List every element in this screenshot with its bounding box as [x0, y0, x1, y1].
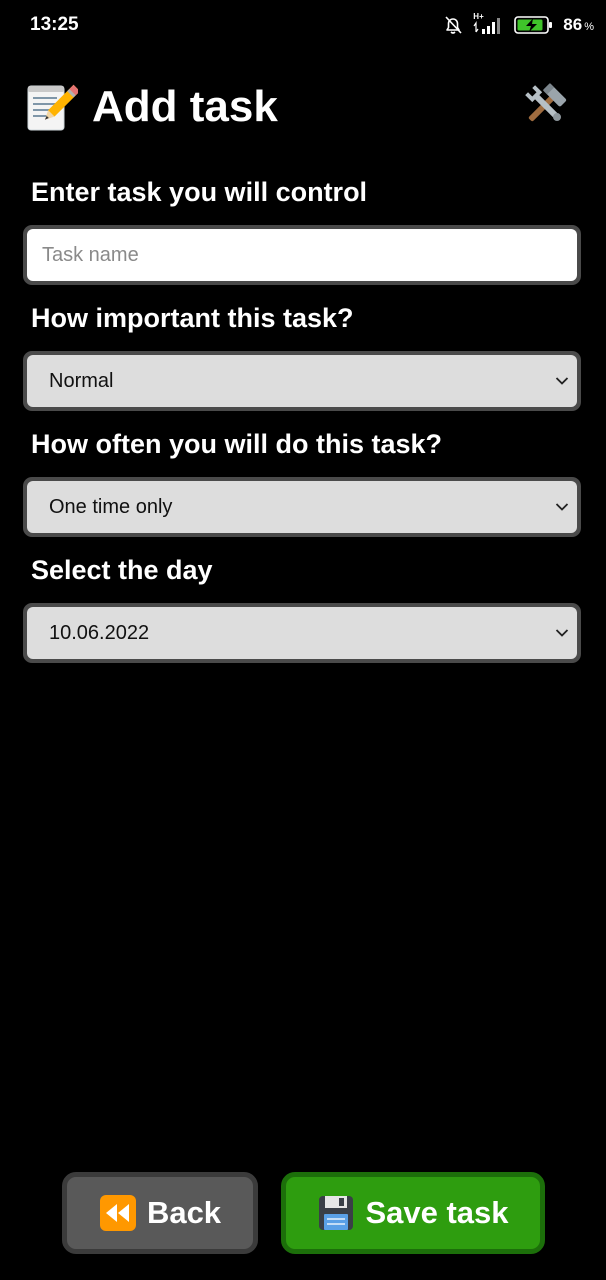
- memo-pencil-icon: [27, 84, 78, 131]
- save-task-button[interactable]: Save task: [281, 1172, 545, 1254]
- frequency-value: One time only: [49, 495, 173, 518]
- header: Add task: [24, 78, 584, 136]
- importance-value: Normal: [49, 369, 114, 392]
- task-name-label: Enter task you will control: [31, 177, 368, 207]
- battery-charging-icon: [514, 16, 553, 34]
- status-icons: H+ 86%: [442, 12, 594, 38]
- status-bar: 13:25 H+ 86%: [0, 0, 606, 50]
- importance-select[interactable]: Normal: [27, 355, 577, 407]
- signal-icon: H+: [473, 12, 505, 36]
- importance-label: How important this task?: [31, 303, 354, 333]
- day-select[interactable]: 10.06.2022: [27, 607, 577, 659]
- back-button[interactable]: Back: [62, 1172, 258, 1254]
- chevron-down-icon: [555, 629, 569, 637]
- status-time: 13:25: [30, 14, 79, 35]
- battery-unit: %: [584, 21, 594, 33]
- frequency-select[interactable]: One time only: [27, 481, 577, 533]
- importance-field-frame: Normal: [23, 351, 581, 411]
- chevron-down-icon: [555, 503, 569, 511]
- rewind-icon: [99, 1195, 136, 1231]
- save-task-button-label: Save task: [365, 1195, 509, 1230]
- day-label: Select the day: [31, 555, 213, 585]
- chevron-down-icon: [555, 377, 569, 385]
- floppy-disk-icon: [319, 1196, 354, 1230]
- battery-level: 86%: [563, 15, 594, 35]
- task-name-field-frame: [23, 225, 581, 285]
- back-button-label: Back: [146, 1195, 222, 1230]
- battery-percent: 86: [563, 15, 583, 34]
- task-name-input[interactable]: [27, 229, 577, 281]
- hammer-wrench-icon[interactable]: [520, 80, 570, 130]
- day-value: 10.06.2022: [49, 621, 150, 644]
- frequency-label: How often you will do this task?: [31, 429, 443, 459]
- day-field-frame: 10.06.2022: [23, 603, 581, 663]
- bell-muted-icon: [445, 16, 462, 34]
- page-title: Add task: [92, 82, 278, 131]
- frequency-field-frame: One time only: [23, 477, 581, 537]
